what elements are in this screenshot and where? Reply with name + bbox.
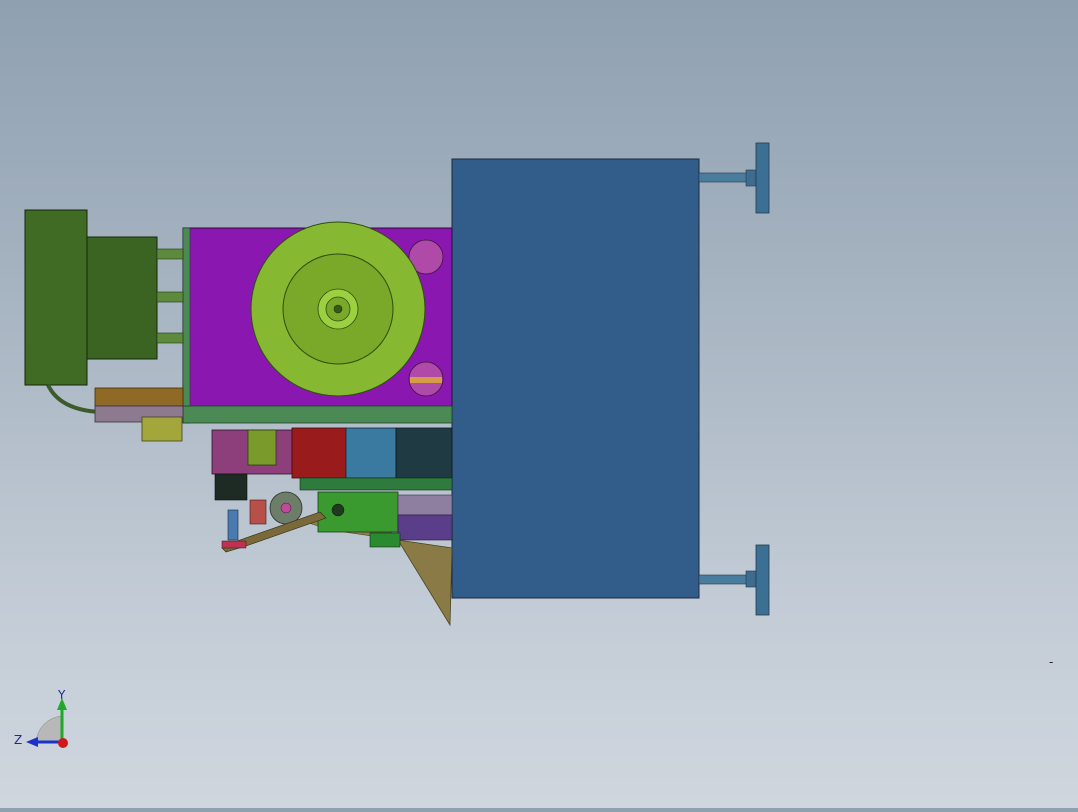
triad-z-arrow: [26, 737, 38, 747]
leveling-foot-bottom[interactable]: [698, 544, 770, 616]
green-disc-pulley[interactable]: [250, 221, 426, 397]
stray-marker: -: [1049, 655, 1054, 669]
cad-3d-viewport[interactable]: Y Z -: [0, 0, 1078, 808]
mounting-bracket[interactable]: [94, 387, 184, 442]
coordinate-triad: Y Z: [14, 688, 68, 748]
triad-z-label: Z: [14, 733, 22, 747]
port-lower[interactable]: [408, 361, 444, 397]
lower-mechanism[interactable]: [211, 427, 453, 553]
motor-assembly[interactable]: [24, 209, 184, 414]
leveling-foot-top[interactable]: [698, 142, 770, 214]
triad-arc: [35, 715, 63, 743]
model-scene[interactable]: Y Z: [0, 0, 1078, 808]
main-frame-box[interactable]: [451, 158, 700, 599]
triad-y-label: Y: [57, 688, 66, 702]
triad-x-dot: [58, 738, 68, 748]
